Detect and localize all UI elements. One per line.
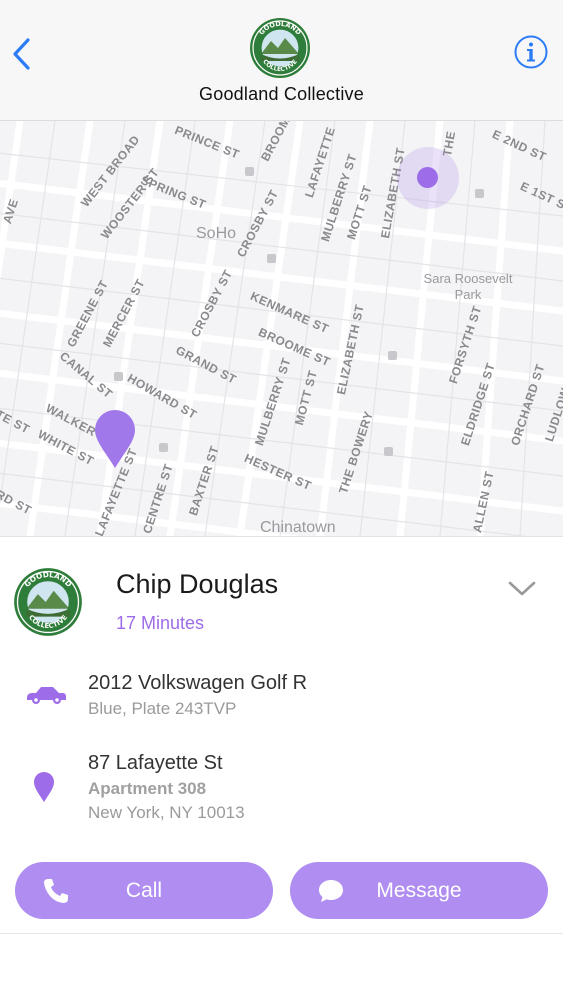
car-icon xyxy=(27,687,66,704)
park-label: Sara Roosevelt Park xyxy=(423,271,513,302)
destination-unit: Apartment 308 xyxy=(88,779,207,798)
call-button-label: Call xyxy=(125,878,163,902)
vehicle-model: 2012 Volkswagen Golf R xyxy=(88,672,308,694)
divider xyxy=(0,933,563,934)
driver-avatar: GOODLAND COLLECTIVE xyxy=(13,567,83,637)
info-icon xyxy=(514,35,548,69)
current-location-dot[interactable] xyxy=(417,167,438,188)
info-button[interactable] xyxy=(513,34,549,70)
vehicle-details: Blue, Plate 243TVP xyxy=(88,699,237,718)
navigation-header: GOODLAND COLLECTIVE Goodland Collective xyxy=(0,0,563,121)
area-label-chinatown: Chinatown xyxy=(260,519,336,536)
message-button-label: Message xyxy=(376,878,462,902)
destination-pin-icon[interactable] xyxy=(94,409,136,469)
chevron-down-icon xyxy=(508,581,536,596)
collapse-button[interactable] xyxy=(507,579,537,599)
eta-label: 17 Minutes xyxy=(116,613,205,633)
chat-bubble-icon xyxy=(319,880,343,902)
destination-city: New York, NY 10013 xyxy=(88,803,245,822)
phone-icon xyxy=(44,879,68,903)
goodland-collective-logo: GOODLAND COLLECTIVE xyxy=(249,17,311,79)
area-label-soho: SoHo xyxy=(196,225,237,242)
map-view[interactable]: PRINCE ST WEST BROAD WOOSTER ST SPRING S… xyxy=(0,121,563,536)
location-pin-icon xyxy=(34,772,54,802)
chevron-left-icon xyxy=(13,38,30,70)
destination-address: 87 Lafayette St xyxy=(88,752,223,774)
call-button[interactable]: Call xyxy=(15,862,273,919)
driver-details-sheet: GOODLAND COLLECTIVE Chip Douglas 17 Minu… xyxy=(0,536,563,1001)
page-title: Goodland Collective xyxy=(199,84,364,104)
driver-name: Chip Douglas xyxy=(116,569,279,599)
back-button[interactable] xyxy=(6,32,42,76)
message-button[interactable]: Message xyxy=(290,862,548,919)
